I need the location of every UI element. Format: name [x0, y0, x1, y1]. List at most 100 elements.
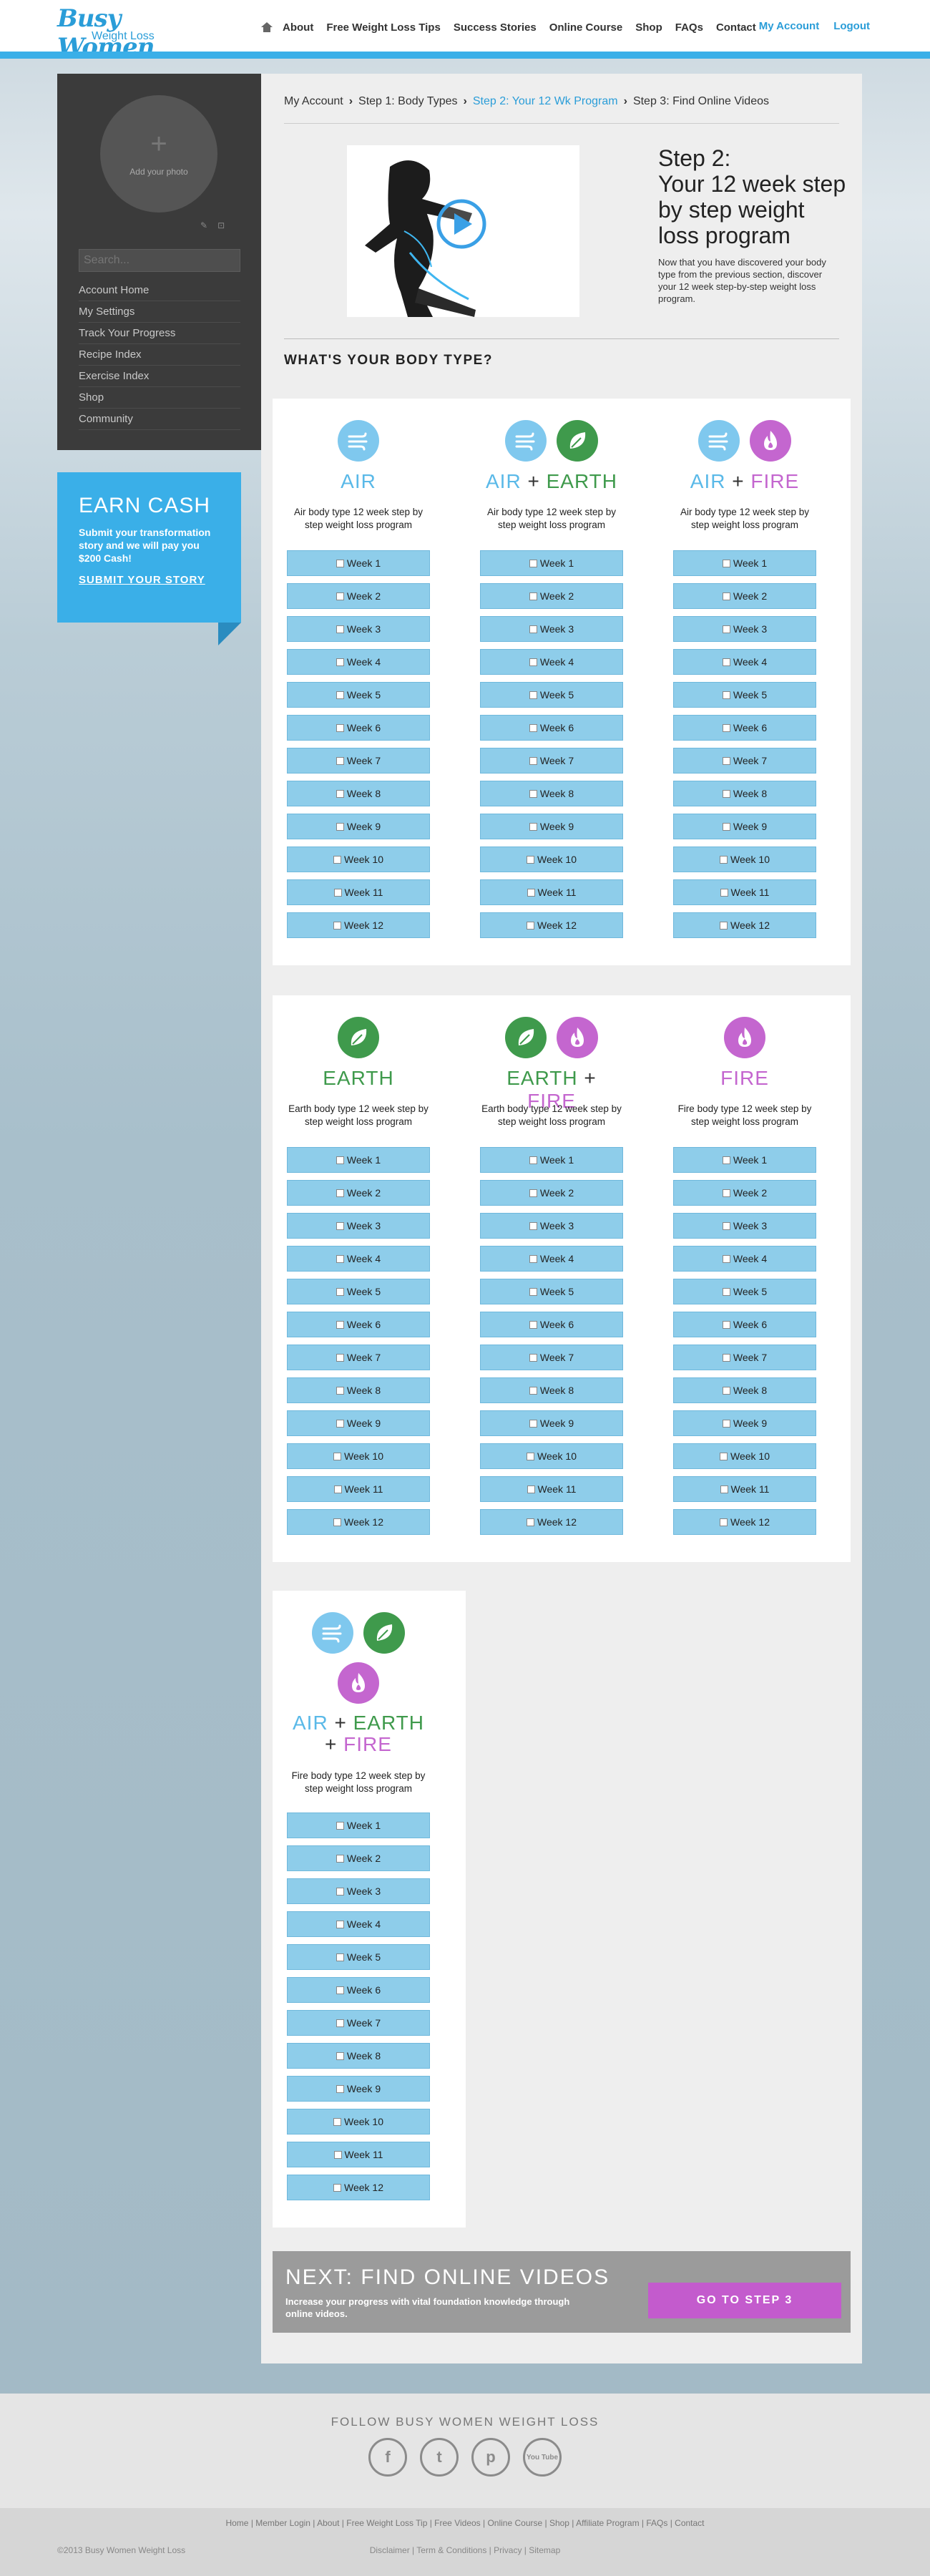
- week-button[interactable]: Week 12: [480, 1509, 623, 1535]
- week-button[interactable]: Week 9: [480, 814, 623, 839]
- week-button[interactable]: Week 9: [287, 2076, 430, 2102]
- week-button[interactable]: Week 9: [673, 814, 816, 839]
- site-logo[interactable]: Busy Women Weight Loss: [57, 4, 200, 62]
- week-button[interactable]: Week 11: [673, 879, 816, 905]
- week-checkbox[interactable]: [333, 921, 341, 930]
- week-button[interactable]: Week 2: [480, 583, 623, 609]
- week-checkbox[interactable]: [336, 756, 344, 765]
- go-to-step-3-button[interactable]: GO TO STEP 3: [648, 2283, 841, 2318]
- week-checkbox[interactable]: [529, 625, 537, 633]
- week-checkbox[interactable]: [336, 559, 344, 567]
- week-button[interactable]: Week 8: [673, 1377, 816, 1403]
- week-button[interactable]: Week 2: [480, 1180, 623, 1206]
- week-button[interactable]: Week 6: [480, 1312, 623, 1337]
- week-button[interactable]: Week 8: [480, 1377, 623, 1403]
- facebook-icon[interactable]: f: [368, 2438, 407, 2477]
- week-button[interactable]: Week 4: [673, 649, 816, 675]
- week-checkbox[interactable]: [720, 921, 728, 930]
- week-checkbox[interactable]: [529, 1254, 537, 1263]
- week-checkbox[interactable]: [336, 2051, 344, 2060]
- week-button[interactable]: Week 4: [287, 1246, 430, 1272]
- week-checkbox[interactable]: [529, 1419, 537, 1428]
- week-button[interactable]: Week 1: [673, 1147, 816, 1173]
- week-button[interactable]: Week 6: [287, 715, 430, 741]
- week-button[interactable]: Week 7: [287, 1345, 430, 1370]
- week-button[interactable]: Week 2: [673, 583, 816, 609]
- week-button[interactable]: Week 2: [673, 1180, 816, 1206]
- week-button[interactable]: Week 12: [480, 912, 623, 938]
- week-checkbox[interactable]: [336, 723, 344, 732]
- week-checkbox[interactable]: [336, 1189, 344, 1197]
- week-checkbox[interactable]: [336, 2019, 344, 2027]
- week-button[interactable]: Week 12: [287, 1509, 430, 1535]
- week-checkbox[interactable]: [333, 1452, 341, 1460]
- sidebar-item-exercise-index[interactable]: Exercise Index: [79, 366, 240, 387]
- week-button[interactable]: Week 2: [287, 1180, 430, 1206]
- week-button[interactable]: Week 11: [480, 879, 623, 905]
- week-button[interactable]: Week 12: [287, 2175, 430, 2200]
- week-button[interactable]: Week 3: [287, 616, 430, 642]
- week-button[interactable]: Week 4: [287, 1911, 430, 1937]
- week-checkbox[interactable]: [336, 2084, 344, 2093]
- week-checkbox[interactable]: [529, 756, 537, 765]
- week-checkbox[interactable]: [529, 1156, 537, 1164]
- footer-links[interactable]: Home | Member Login | About | Free Weigh…: [0, 2518, 930, 2528]
- week-button[interactable]: Week 11: [287, 2142, 430, 2167]
- sidebar-item-account-home[interactable]: Account Home: [79, 280, 240, 301]
- week-checkbox[interactable]: [529, 691, 537, 699]
- week-checkbox[interactable]: [720, 1452, 728, 1460]
- week-checkbox[interactable]: [336, 1353, 344, 1362]
- week-button[interactable]: Week 4: [480, 1246, 623, 1272]
- week-checkbox[interactable]: [333, 1485, 342, 1493]
- week-checkbox[interactable]: [333, 2183, 341, 2192]
- week-button[interactable]: Week 6: [287, 1312, 430, 1337]
- sidebar-item-recipe-index[interactable]: Recipe Index: [79, 344, 240, 366]
- week-checkbox[interactable]: [336, 1887, 344, 1896]
- legal-links[interactable]: Disclaimer | Term & Conditions | Privacy…: [0, 2545, 930, 2555]
- week-button[interactable]: Week 3: [673, 616, 816, 642]
- breadcrumb-my-account[interactable]: My Account: [284, 95, 343, 108]
- week-checkbox[interactable]: [722, 1353, 730, 1362]
- nav-faqs[interactable]: FAQs: [675, 21, 703, 34]
- week-checkbox[interactable]: [529, 1189, 537, 1197]
- nav-online-course[interactable]: Online Course: [549, 21, 623, 34]
- week-checkbox[interactable]: [336, 789, 344, 798]
- week-checkbox[interactable]: [722, 1254, 730, 1263]
- week-button[interactable]: Week 10: [673, 847, 816, 872]
- week-button[interactable]: Week 9: [480, 1410, 623, 1436]
- week-button[interactable]: Week 1: [287, 550, 430, 576]
- week-checkbox[interactable]: [722, 822, 730, 831]
- week-button[interactable]: Week 3: [287, 1878, 430, 1904]
- week-button[interactable]: Week 4: [287, 649, 430, 675]
- week-checkbox[interactable]: [527, 921, 534, 930]
- week-button[interactable]: Week 4: [480, 649, 623, 675]
- week-button[interactable]: Week 2: [287, 1845, 430, 1871]
- nav-success-stories[interactable]: Success Stories: [454, 21, 537, 34]
- week-button[interactable]: Week 10: [480, 847, 623, 872]
- week-checkbox[interactable]: [336, 1419, 344, 1428]
- week-checkbox[interactable]: [336, 625, 344, 633]
- week-button[interactable]: Week 7: [480, 748, 623, 774]
- week-checkbox[interactable]: [336, 1156, 344, 1164]
- week-button[interactable]: Week 9: [287, 1410, 430, 1436]
- week-button[interactable]: Week 8: [287, 781, 430, 806]
- add-photo-button[interactable]: + Add your photo: [100, 95, 217, 213]
- week-checkbox[interactable]: [336, 1221, 344, 1230]
- sidebar-item-community[interactable]: Community: [79, 409, 240, 430]
- week-button[interactable]: Week 11: [480, 1476, 623, 1502]
- week-button[interactable]: Week 4: [673, 1246, 816, 1272]
- nav-my-account[interactable]: My Account: [759, 20, 819, 32]
- week-checkbox[interactable]: [527, 888, 535, 897]
- week-button[interactable]: Week 5: [287, 682, 430, 708]
- week-button[interactable]: Week 7: [287, 748, 430, 774]
- week-button[interactable]: Week 6: [673, 1312, 816, 1337]
- home-icon[interactable]: [261, 22, 273, 32]
- week-button[interactable]: Week 10: [287, 2109, 430, 2135]
- week-button[interactable]: Week 7: [287, 2010, 430, 2036]
- week-checkbox[interactable]: [722, 559, 730, 567]
- week-checkbox[interactable]: [720, 1518, 728, 1526]
- week-checkbox[interactable]: [722, 658, 730, 666]
- week-checkbox[interactable]: [722, 1386, 730, 1395]
- week-button[interactable]: Week 10: [480, 1443, 623, 1469]
- week-checkbox[interactable]: [529, 822, 537, 831]
